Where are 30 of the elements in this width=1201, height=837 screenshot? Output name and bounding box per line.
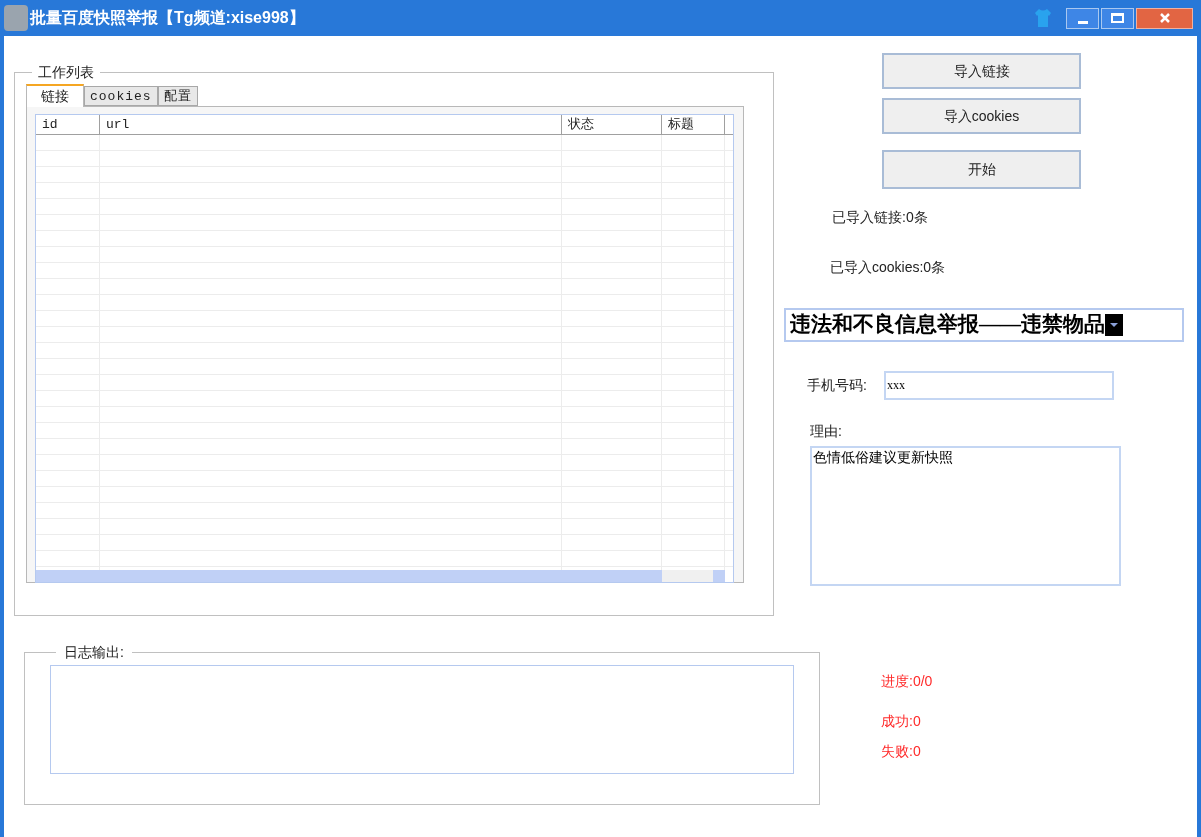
stat-label: 失败:0 xyxy=(881,742,922,760)
group-title: 工作列表 xyxy=(37,63,95,82)
column-header[interactable]: id xyxy=(36,115,100,135)
reason-label: 理由: xyxy=(810,422,843,440)
stat-label: 进度:0/0 xyxy=(881,672,934,690)
column-header[interactable]: url xyxy=(100,115,562,135)
tab[interactable]: cookies xyxy=(84,86,158,106)
shirt-icon[interactable] xyxy=(1034,8,1052,28)
action-button[interactable]: 导入链接 xyxy=(882,53,1081,89)
report-type-dropdown[interactable]: 违法和不良信息举报——违禁物品 xyxy=(784,308,1184,342)
phone-input[interactable]: xxx xyxy=(884,371,1114,400)
log-output-box[interactable] xyxy=(50,665,794,774)
tab[interactable]: 链接 xyxy=(26,84,84,107)
app-icon xyxy=(4,5,28,31)
close-icon[interactable] xyxy=(1158,12,1171,24)
action-button[interactable]: 导入cookies xyxy=(882,98,1081,134)
links-count: 已导入链接:0条 xyxy=(832,208,929,226)
reason-textarea[interactable]: 色情低俗建议更新快照 xyxy=(810,446,1121,586)
cookies-count: 已导入cookies:0条 xyxy=(830,258,947,276)
column-header[interactable]: 状态 xyxy=(562,115,662,135)
tab[interactable]: 配置 xyxy=(157,86,198,106)
column-header[interactable]: 标题 xyxy=(662,115,725,135)
maximize-button[interactable] xyxy=(1101,7,1134,29)
action-button[interactable]: 开始 xyxy=(882,150,1081,189)
close-button[interactable] xyxy=(1136,7,1193,29)
phone-label: 手机号码: xyxy=(807,376,868,395)
window-title: 批量百度快照举报【Tg频道:xise998】 xyxy=(30,8,305,28)
stat-label: 成功:0 xyxy=(881,712,922,730)
group-title: 日志输出: xyxy=(63,643,125,662)
minimize-button[interactable] xyxy=(1066,7,1099,29)
